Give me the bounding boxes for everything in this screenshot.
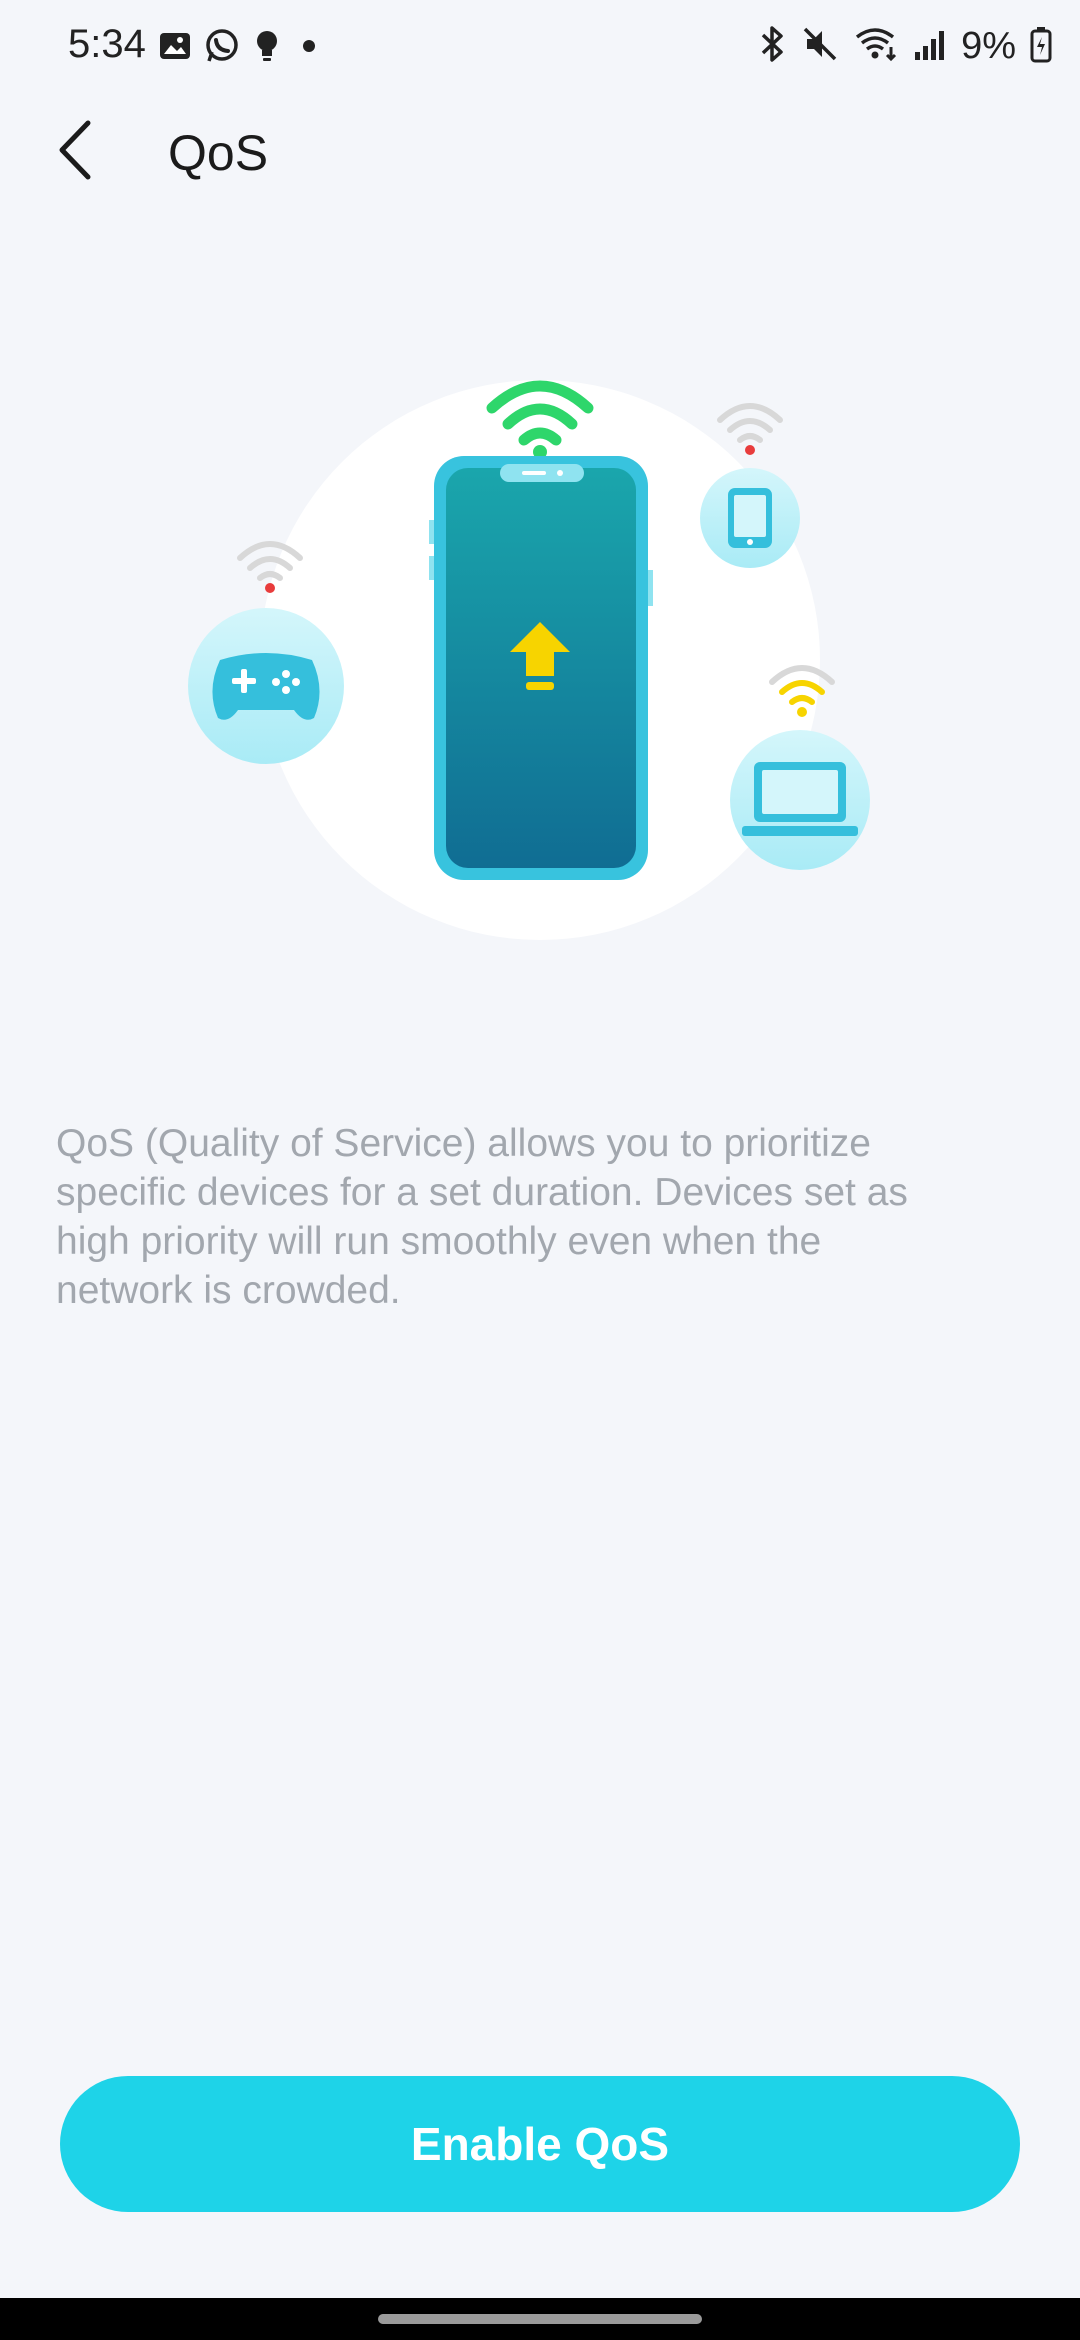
tablet-bubble (700, 468, 800, 568)
qos-description: QoS (Quality of Service) allows you to p… (56, 1122, 908, 1312)
qos-illustration-graphic (188, 380, 870, 940)
whatsapp-icon (204, 28, 240, 69)
app-bar: QoS (0, 96, 1080, 216)
laptop-bubble (730, 730, 870, 870)
gamepad-icon (212, 653, 320, 720)
tablet-wifi-icon (717, 403, 783, 455)
navigation-bar (0, 2298, 1080, 2340)
status-bar: 5:34 9% (0, 0, 1080, 96)
home-indicator[interactable] (378, 2314, 702, 2324)
status-left-icons (158, 28, 324, 69)
enable-qos-button[interactable]: Enable QoS (60, 2076, 1020, 2212)
battery-text: 9% (961, 25, 1016, 67)
signal-icon (913, 26, 947, 67)
back-button[interactable] (40, 110, 112, 190)
mute-icon (801, 25, 839, 68)
bulb-icon (252, 28, 282, 69)
page-title: QoS (168, 125, 269, 181)
gallery-icon (158, 29, 192, 68)
gamepad-bubble (188, 608, 344, 764)
bluetooth-icon (757, 24, 787, 69)
tablet-icon (728, 488, 772, 548)
battery-icon (1030, 25, 1052, 68)
dot-icon (294, 31, 324, 66)
status-time: 5:34 (68, 22, 146, 66)
qos-illustration (170, 340, 910, 980)
chevron-left-icon (59, 120, 91, 180)
wifi-icon (853, 25, 899, 68)
status-right-icons: 9% (757, 24, 1052, 69)
